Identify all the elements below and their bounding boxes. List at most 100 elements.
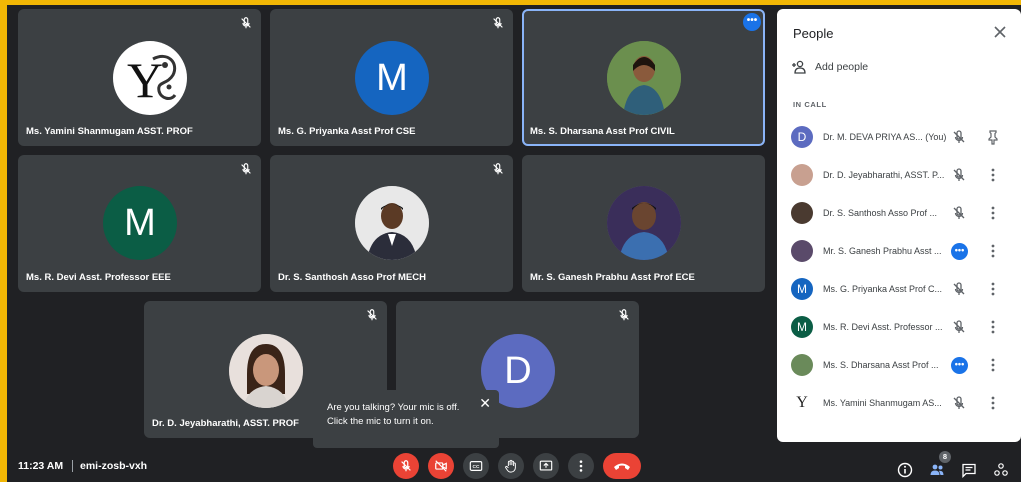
meet-window: Y Ms. Yamini Shanmugam ASST. PROF M Ms. …	[7, 5, 1021, 482]
more-vert-icon[interactable]	[985, 395, 1001, 411]
participant-list-item[interactable]: Y Ms. Yamini Shanmugam AS...	[777, 384, 1021, 422]
info-icon[interactable]	[897, 462, 913, 478]
participant-name: Mr. S. Ganesh Prabhu Asst Prof ECE	[530, 272, 695, 283]
more-options-button[interactable]	[568, 453, 594, 479]
participant-list-item[interactable]: D Dr. M. DEVA PRIYA AS... (You)	[777, 118, 1021, 156]
leave-call-button[interactable]	[603, 453, 641, 479]
mic-off-icon	[493, 163, 503, 175]
more-vert-icon[interactable]	[985, 167, 1001, 183]
avatar: Y	[791, 392, 813, 414]
tooltip-line-1: Are you talking? Your mic is off.	[327, 402, 460, 413]
participant-list-item[interactable]: Ms. S. Dharsana Asst Prof ... •••	[777, 346, 1021, 384]
clock: 11:23 AM	[18, 460, 64, 472]
present-button[interactable]	[533, 453, 559, 479]
captions-icon: CC	[469, 461, 483, 471]
participant-tile[interactable]: M Ms. R. Devi Asst. Professor EEE	[18, 155, 261, 292]
mic-off-icon	[951, 395, 967, 411]
add-people-button[interactable]: Add people	[791, 59, 868, 75]
mic-off-icon	[951, 167, 967, 183]
participant-list-name: Ms. S. Dharsana Asst Prof ...	[823, 360, 939, 370]
avatar: D	[791, 126, 813, 148]
mic-off-icon	[951, 205, 967, 221]
chat-icon[interactable]	[961, 462, 977, 478]
participant-list-item[interactable]: Dr. D. Jeyabharathi, ASST. P...	[777, 156, 1021, 194]
mic-off-icon	[367, 309, 377, 321]
bottom-bar: 11:23 AM emi-zosb-vxh CC	[7, 449, 1021, 482]
mic-off-tooltip: Are you talking? Your mic is off. Click …	[313, 390, 499, 448]
meeting-code: emi-zosb-vxh	[80, 460, 148, 472]
captions-button[interactable]: CC	[463, 453, 489, 479]
activities-icon[interactable]	[993, 462, 1009, 478]
add-person-icon	[792, 60, 806, 74]
participant-list-name: Dr. S. Santhosh Asso Prof ...	[823, 208, 938, 218]
participant-name: Dr. S. Santhosh Asso Prof MECH	[278, 272, 426, 283]
participant-name: Ms. S. Dharsana Asst Prof CIVIL	[530, 126, 675, 137]
participant-list-name: Ms. R. Devi Asst. Professor ...	[823, 322, 943, 332]
camera-off-icon	[435, 460, 447, 472]
speaking-icon: •••	[951, 243, 968, 260]
mic-off-icon	[241, 17, 251, 29]
present-icon	[539, 460, 553, 471]
participant-tile[interactable]: Y Ms. Yamini Shanmugam ASST. PROF	[18, 9, 261, 146]
mic-off-icon	[241, 163, 251, 175]
more-vert-icon[interactable]	[985, 281, 1001, 297]
mic-off-icon	[951, 129, 967, 145]
speaking-icon: •••	[951, 357, 968, 374]
avatar: M	[791, 316, 813, 338]
avatar	[607, 186, 681, 260]
avatar	[355, 186, 429, 260]
more-vert-icon[interactable]	[985, 243, 1001, 259]
more-vert-icon	[579, 460, 583, 472]
participant-name: Ms. Yamini Shanmugam ASST. PROF	[26, 126, 193, 137]
raise-hand-button[interactable]	[498, 453, 524, 479]
more-vert-icon[interactable]	[985, 319, 1001, 335]
more-vert-icon[interactable]	[985, 205, 1001, 221]
participant-tile-speaking[interactable]: ••• Ms. S. Dharsana Asst Prof CIVIL	[522, 9, 765, 146]
avatar: M	[103, 186, 177, 260]
mic-off-icon	[951, 319, 967, 335]
participant-list-item[interactable]: Dr. S. Santhosh Asso Prof ...	[777, 194, 1021, 232]
people-icon[interactable]	[929, 462, 945, 478]
svg-text:Y: Y	[127, 52, 163, 108]
avatar: Y	[113, 41, 187, 115]
panel-title: People	[793, 26, 834, 41]
participant-tile[interactable]: Dr. S. Santhosh Asso Prof MECH	[270, 155, 513, 292]
close-icon[interactable]: ✕	[479, 396, 491, 410]
mic-off-icon	[401, 460, 411, 472]
close-icon[interactable]	[992, 24, 1008, 40]
participant-name: Ms. G. Priyanka Asst Prof CSE	[278, 126, 416, 137]
hang-up-icon	[614, 463, 630, 470]
avatar: M	[355, 41, 429, 115]
pin-icon[interactable]	[985, 129, 1001, 145]
avatar	[229, 334, 303, 408]
participant-name: Ms. R. Devi Asst. Professor EEE	[26, 272, 171, 283]
participant-tile[interactable]: M Ms. G. Priyanka Asst Prof CSE	[270, 9, 513, 146]
participant-list-name: Mr. S. Ganesh Prabhu Asst ...	[823, 246, 942, 256]
divider	[72, 460, 73, 472]
avatar: M	[791, 278, 813, 300]
avatar	[791, 202, 813, 224]
more-vert-icon[interactable]	[985, 357, 1001, 373]
participant-list-item[interactable]: Mr. S. Ganesh Prabhu Asst ... •••	[777, 232, 1021, 270]
mic-off-icon	[493, 17, 503, 29]
participant-list-name: Dr. D. Jeyabharathi, ASST. P...	[823, 170, 945, 180]
people-panel: People Add people IN CALL D Dr. M. DEVA P…	[777, 9, 1021, 442]
participant-list-item[interactable]: M Ms. G. Priyanka Asst Prof C...	[777, 270, 1021, 308]
avatar	[791, 240, 813, 262]
avatar	[791, 354, 813, 376]
participant-list-name: Ms. Yamini Shanmugam AS...	[823, 398, 942, 408]
avatar	[607, 41, 681, 115]
mic-toggle-button[interactable]	[393, 453, 419, 479]
participant-name: Dr. D. Jeyabharathi, ASST. PROF	[152, 418, 299, 429]
more-options-icon[interactable]: •••	[743, 13, 761, 31]
participant-count-badge: 8	[939, 451, 951, 463]
participant-tile[interactable]: Mr. S. Ganesh Prabhu Asst Prof ECE	[522, 155, 765, 292]
in-call-heading: IN CALL	[793, 100, 827, 109]
camera-toggle-button[interactable]	[428, 453, 454, 479]
mic-off-icon	[951, 281, 967, 297]
participant-list-name: Ms. G. Priyanka Asst Prof C...	[823, 284, 943, 294]
participant-list-item[interactable]: M Ms. R. Devi Asst. Professor ...	[777, 308, 1021, 346]
add-people-label: Add people	[815, 61, 869, 73]
mic-off-icon	[619, 309, 629, 321]
participant-list-name: Dr. M. DEVA PRIYA AS... (You)	[823, 132, 947, 142]
